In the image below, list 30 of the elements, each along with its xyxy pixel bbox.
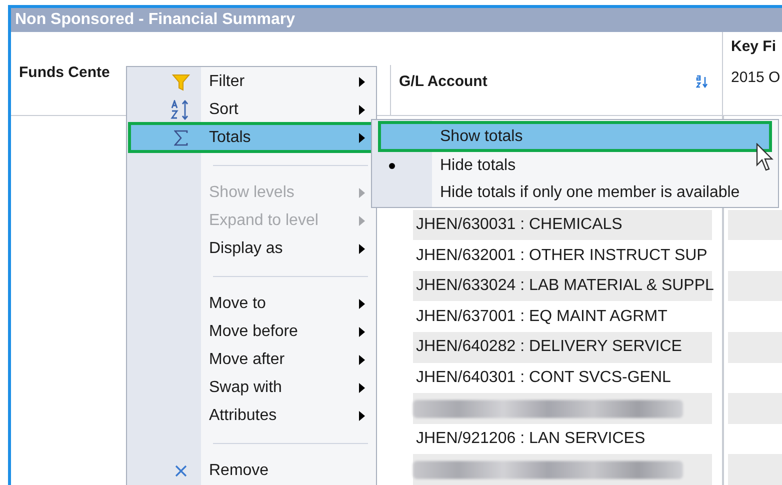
sum-icon bbox=[174, 130, 188, 146]
menu-item[interactable]: Move after bbox=[128, 346, 375, 374]
close-icon bbox=[175, 465, 187, 477]
menu-item[interactable]: Show totals bbox=[378, 121, 772, 152]
table-cell bbox=[728, 210, 782, 240]
table-cell-text: JHEN/640301 : CONT SVCS-GENL bbox=[415, 368, 672, 388]
table-cell: JHEN/630031 : CHEMICALS bbox=[413, 210, 712, 240]
menu-item[interactable]: Swap with bbox=[128, 374, 375, 402]
menu-item[interactable]: Hide totals bbox=[373, 152, 777, 179]
window-title: Non Sponsored - Financial Summary bbox=[15, 10, 296, 30]
menu-item[interactable]: Sort bbox=[128, 96, 375, 124]
column-header[interactable]: G/L Account bbox=[399, 71, 488, 94]
table-cell: JHEN/633024 : LAB MATERIAL & SUPPL bbox=[413, 270, 712, 302]
column-header[interactable]: Key Fi bbox=[731, 36, 782, 59]
menu-item[interactable]: Filter bbox=[128, 68, 375, 96]
table-cell-text: JHEN/632001 : OTHER INSTRUCT SUP bbox=[415, 246, 708, 266]
menu-item[interactable]: Move before bbox=[128, 318, 375, 346]
menu-item[interactable]: Hide totals if only one member is available bbox=[373, 179, 777, 206]
column-header[interactable]: Funds Cente bbox=[19, 62, 110, 85]
menu-item[interactable]: Remove bbox=[128, 457, 375, 485]
funnel-icon bbox=[172, 74, 190, 90]
column-subheader: 2015 O bbox=[731, 68, 782, 88]
table-cell-text: JHEN/637001 : EQ MAINT AGRMT bbox=[415, 306, 668, 327]
menu-item[interactable]: Display as bbox=[128, 235, 375, 263]
table-cell-text: JHEN/921206 : LAN SERVICES bbox=[415, 429, 646, 450]
menu-item[interactable]: Attributes bbox=[128, 402, 375, 430]
menu-item[interactable]: Move to bbox=[128, 290, 375, 318]
table-cell: JHEN/640282 : DELIVERY SERVICE bbox=[413, 332, 712, 363]
sort-icon[interactable] bbox=[696, 73, 708, 90]
mouse-pointer-icon bbox=[756, 143, 776, 172]
